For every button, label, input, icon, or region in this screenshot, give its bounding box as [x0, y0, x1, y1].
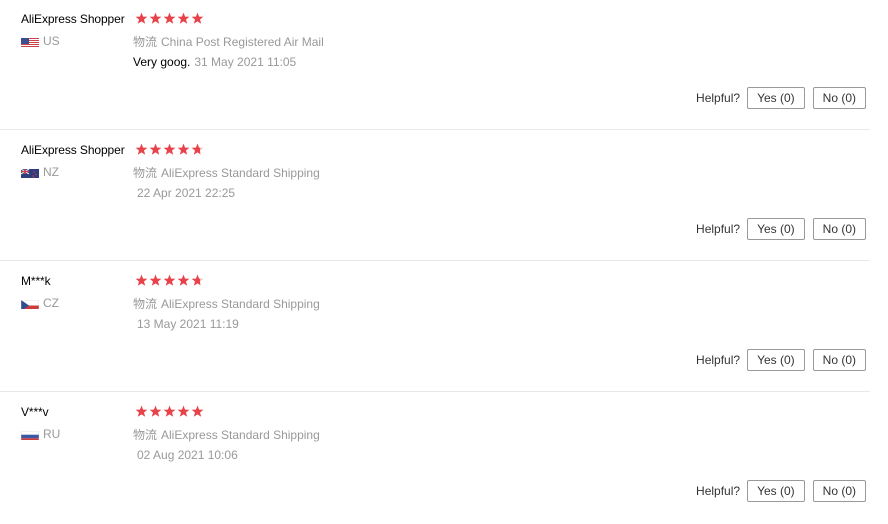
shipping-method: China Post Registered Air Mail: [161, 35, 324, 49]
star-rating: [135, 405, 204, 418]
country-code: RU: [43, 427, 61, 441]
reviewer-country: US: [21, 34, 60, 48]
reviewer-name: AliExpress Shopper: [21, 12, 125, 26]
shipping-info: 物流 AliExpress Standard Shipping: [133, 295, 320, 312]
star-full-icon: [135, 143, 148, 155]
helpful-vote: Helpful? Yes (0) No (0): [696, 480, 866, 502]
reviewer-name: AliExpress Shopper: [21, 143, 125, 157]
star-full-icon: [149, 12, 162, 24]
star-full-icon: [191, 12, 204, 24]
star-full-icon: [177, 143, 190, 155]
helpful-vote: Helpful? Yes (0) No (0): [696, 349, 866, 371]
shipping-label: 物流: [133, 35, 158, 49]
shipping-method: AliExpress Standard Shipping: [161, 166, 320, 180]
review-divider: [0, 129, 870, 130]
star-full-icon: [191, 405, 204, 417]
star-partial-icon: [191, 274, 204, 286]
ru-flag-icon: [21, 429, 39, 440]
star-full-icon: [149, 274, 162, 286]
helpful-no-button[interactable]: No (0): [812, 87, 866, 109]
review-divider: [0, 260, 870, 261]
helpful-no-button[interactable]: No (0): [812, 480, 866, 502]
shipping-info: 物流 AliExpress Standard Shipping: [133, 426, 320, 443]
review-divider: [0, 391, 870, 392]
review-item: AliExpress Shopper US 物流 China Post Registe…: [0, 0, 888, 131]
helpful-yes-button[interactable]: Yes (0): [747, 480, 805, 502]
star-rating: [135, 12, 204, 25]
star-full-icon: [177, 274, 190, 286]
shipping-label: 物流: [133, 428, 158, 442]
helpful-label: Helpful?: [696, 484, 741, 498]
review-content: Very goog. 31 May 2021 11:05: [133, 55, 296, 69]
reviewer-name: V***v: [21, 405, 49, 419]
star-rating: [135, 274, 204, 287]
star-full-icon: [135, 405, 148, 417]
helpful-label: Helpful?: [696, 353, 741, 367]
review-content: 22 Apr 2021 22:25: [133, 186, 235, 200]
star-partial-icon: [191, 143, 204, 155]
helpful-yes-button[interactable]: Yes (0): [747, 349, 805, 371]
star-full-icon: [149, 405, 162, 417]
shipping-info: 物流 China Post Registered Air Mail: [133, 33, 324, 50]
review-text: Very goog.: [133, 55, 191, 69]
helpful-yes-button[interactable]: Yes (0): [747, 218, 805, 240]
us-flag-icon: [21, 36, 39, 47]
helpful-vote: Helpful? Yes (0) No (0): [696, 87, 866, 109]
country-code: NZ: [43, 165, 59, 179]
reviewer-country: NZ: [21, 165, 59, 179]
star-rating: [135, 143, 204, 156]
star-full-icon: [177, 405, 190, 417]
review-date: 02 Aug 2021 10:06: [137, 448, 238, 462]
review-item: M***k CZ 物流 AliExpress Standard Shipping 13 …: [0, 262, 888, 393]
helpful-no-button[interactable]: No (0): [812, 218, 866, 240]
star-full-icon: [135, 274, 148, 286]
review-list: AliExpress Shopper US 物流 China Post Registe…: [0, 0, 888, 502]
helpful-label: Helpful?: [696, 91, 741, 105]
review-content: 13 May 2021 11:19: [133, 317, 239, 331]
nz-flag-icon: [21, 167, 39, 178]
reviewer-country: RU: [21, 427, 60, 441]
review-item: AliExpress Shopper NZ 物流 AliExpress Standar…: [0, 131, 888, 262]
reviewer-country: CZ: [21, 296, 59, 310]
star-full-icon: [163, 143, 176, 155]
shipping-label: 物流: [133, 166, 158, 180]
shipping-method: AliExpress Standard Shipping: [161, 297, 320, 311]
review-content: 02 Aug 2021 10:06: [133, 448, 238, 462]
helpful-no-button[interactable]: No (0): [812, 349, 866, 371]
country-code: CZ: [43, 296, 59, 310]
star-full-icon: [177, 12, 190, 24]
helpful-yes-button[interactable]: Yes (0): [747, 87, 805, 109]
helpful-label: Helpful?: [696, 222, 741, 236]
shipping-method: AliExpress Standard Shipping: [161, 428, 320, 442]
review-date: 22 Apr 2021 22:25: [137, 186, 236, 200]
review-date: 13 May 2021 11:19: [137, 317, 239, 331]
country-code: US: [43, 34, 60, 48]
shipping-label: 物流: [133, 297, 158, 311]
shipping-info: 物流 AliExpress Standard Shipping: [133, 164, 320, 181]
helpful-vote: Helpful? Yes (0) No (0): [696, 218, 866, 240]
review-date: 31 May 2021 11:05: [194, 55, 297, 69]
star-full-icon: [163, 12, 176, 24]
reviewer-name: M***k: [21, 274, 51, 288]
cz-flag-icon: [21, 298, 39, 309]
star-full-icon: [135, 12, 148, 24]
review-item: V***v RU 物流 AliExpress Standard Shipping 02 …: [0, 393, 888, 524]
star-full-icon: [149, 143, 162, 155]
star-full-icon: [163, 405, 176, 417]
star-full-icon: [163, 274, 176, 286]
